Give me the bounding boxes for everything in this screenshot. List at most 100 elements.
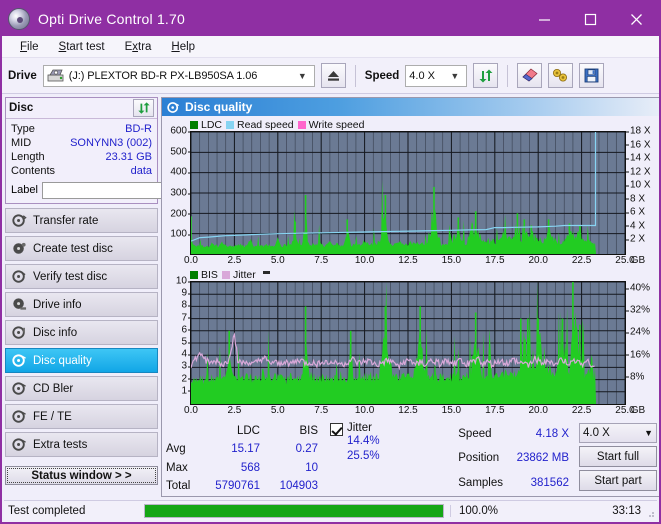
- sidebar-item-label: Create test disc: [33, 242, 113, 255]
- close-icon[interactable]: [613, 2, 659, 36]
- chevron-down-icon[interactable]: ▼: [644, 428, 653, 438]
- y-tick: 8: [181, 299, 191, 311]
- sidebar-item-extra-tests[interactable]: Extra tests: [5, 432, 158, 457]
- start-part-button[interactable]: Start part: [579, 470, 657, 491]
- y-tick: 300: [170, 187, 191, 199]
- jitter-max: 25.5%: [347, 450, 380, 462]
- stats-row-label: Max: [166, 461, 188, 474]
- disc-label-caption: Label: [11, 184, 38, 196]
- legend-label: Read speed: [237, 118, 294, 131]
- y-tick: 3: [181, 360, 191, 372]
- stats-avg-bis: 0.27: [295, 443, 318, 456]
- status-window-button[interactable]: Status window > >: [5, 466, 158, 485]
- x-tick: 12.5: [398, 255, 418, 266]
- resize-grip-icon[interactable]: [645, 508, 655, 518]
- disc-extra-icon: [12, 438, 26, 451]
- x-tick: 5.0: [270, 255, 285, 266]
- jitter-checkbox[interactable]: [330, 423, 343, 436]
- right-tick: 32%: [625, 304, 651, 316]
- right-tick: 8 X: [625, 193, 646, 205]
- disc-fete-icon: [12, 410, 26, 423]
- x-tick: 2.5: [227, 255, 242, 266]
- disc-refresh-button[interactable]: [133, 99, 154, 117]
- toolbar-divider-2: [507, 64, 509, 87]
- charts-area: LDC Read speed Write speed 600 500 400 3…: [162, 116, 659, 418]
- y-tick: 2: [181, 373, 191, 385]
- ldc-plot-area: [190, 131, 626, 255]
- tools-button[interactable]: [548, 63, 574, 88]
- bis-x-axis: 0.0 2.5 5.0 7.5 10.0 12.5 15.0 17.5 20.0 22.5 25.0…: [184, 405, 659, 418]
- y-tick: 200: [170, 208, 191, 220]
- position-label: Position: [458, 452, 500, 465]
- chevron-down-icon[interactable]: ▼: [293, 71, 312, 81]
- test-speed-select[interactable]: 4.0 X ▼: [579, 423, 657, 443]
- menu-help[interactable]: Help: [161, 39, 205, 55]
- table-row: Position 23862 MB: [454, 447, 573, 472]
- bis-plot-row: 10 9 8 7 6 5 4 3 2 1 40% 32% 24% 16% 8%: [164, 276, 659, 405]
- sidebar-item-transfer-rate[interactable]: Transfer rate: [5, 208, 158, 233]
- toolbar-divider: [354, 64, 356, 87]
- disc-field-contents-label: Contents: [11, 165, 56, 177]
- sidebar-item-create-test-disc[interactable]: Create test disc: [5, 236, 158, 261]
- sidebar-item-disc-info[interactable]: Disc info: [5, 320, 158, 345]
- minimize-icon[interactable]: [521, 2, 567, 36]
- sidebar-item-label: Transfer rate: [33, 214, 99, 227]
- disc-field-length-label: Length: [11, 151, 45, 163]
- right-tick: 6 X: [625, 206, 646, 218]
- sidebar-item-fe-te[interactable]: FE / TE: [5, 404, 158, 429]
- sidebar-item-label: FE / TE: [33, 410, 72, 423]
- y-tick: 6: [181, 324, 191, 336]
- stats-total-bis: 104903: [279, 480, 318, 493]
- refresh-button[interactable]: [473, 63, 499, 88]
- menu-file[interactable]: FFileile: [10, 39, 49, 55]
- right-tick: 16 X: [626, 139, 651, 151]
- maximize-icon[interactable]: [567, 2, 613, 36]
- y-tick: 500: [170, 146, 191, 158]
- stats-header-bis: BIS: [299, 424, 318, 437]
- erase-button[interactable]: [517, 63, 543, 88]
- legend-swatch-icon: [190, 270, 198, 279]
- sidebar-item-label: Verify test disc: [33, 270, 108, 283]
- legend-label: BIS: [201, 268, 218, 281]
- bis-y-axis: 10 9 8 7 6 5 4 3 2 1: [164, 276, 192, 405]
- x-tick: 22.5: [571, 255, 592, 266]
- sidebar-item-label: CD Bler: [33, 382, 74, 395]
- speed-value: 4.18 X: [535, 427, 569, 440]
- speed-select[interactable]: 4.0 X ▼: [405, 64, 468, 87]
- disc-panel-header: Disc: [6, 98, 157, 119]
- drive-select[interactable]: (J:) PLEXTOR BD-R PX-LB950SA 1.06 ▼: [42, 64, 315, 87]
- x-tick: 15.0: [441, 255, 462, 266]
- stats-header-ldc: LDC: [236, 424, 260, 437]
- disc-field-length: Length 23.31 GB: [11, 150, 152, 164]
- menu-extra[interactable]: Extra: [115, 39, 162, 55]
- sidebar-item-cd-bler[interactable]: CD Bler: [5, 376, 158, 401]
- chevron-down-icon[interactable]: ▼: [445, 71, 464, 81]
- sidebar-item-verify-test-disc[interactable]: Verify test disc: [5, 264, 158, 289]
- save-button[interactable]: [579, 63, 605, 88]
- stats-corner: [162, 422, 202, 441]
- legend-bis: BIS: [190, 269, 218, 281]
- legend-swatch-icon: [297, 120, 306, 129]
- x-tick: 17.5: [485, 255, 505, 266]
- start-full-button[interactable]: Start full: [579, 446, 657, 467]
- ldc-y-axis: 600 500 400 300 200 100: [164, 126, 191, 255]
- disc-field-contents: Contents data: [11, 164, 152, 178]
- table-row: Speed 4.18 X: [454, 422, 573, 447]
- sidebar-item-label: Disc info: [33, 326, 78, 339]
- right-tick: 8%: [625, 371, 645, 383]
- sidebar-item-disc-quality[interactable]: Disc quality: [5, 348, 158, 373]
- sidebar: Disc Type BD-R MID SONYNN3 (002) Length …: [2, 94, 246, 500]
- stats-row-label: Avg: [166, 443, 186, 456]
- legend-swatch-icon: [226, 120, 235, 129]
- menu-start-test[interactable]: Start test: [49, 39, 115, 55]
- disc-label-row: Label: [11, 181, 246, 199]
- floppy-save-icon: [584, 68, 599, 83]
- sidebar-item-drive-info[interactable]: Drive info: [5, 292, 158, 317]
- x-axis-unit: GB: [630, 255, 646, 266]
- table-row: Samples 381562: [454, 471, 573, 496]
- right-tick: 4 X: [625, 220, 646, 232]
- eject-button[interactable]: [320, 63, 346, 88]
- title-bar: Opti Drive Control 1.70: [2, 2, 659, 36]
- ldc-x-axis: 0.0 2.5 5.0 7.5 10.0 12.5 15.0 17.5 20.0 22.5 25.0…: [184, 255, 659, 268]
- bis-chart: BIS Jitter 10 9 8 7 6 5 4 3 2 1 40% 32% …: [164, 268, 659, 418]
